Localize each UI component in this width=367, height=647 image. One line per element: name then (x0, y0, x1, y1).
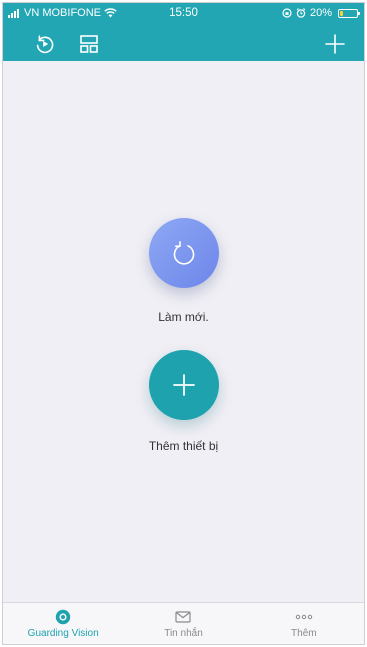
tab-guarding-vision[interactable]: Guarding Vision (3, 603, 123, 644)
camera-icon (54, 608, 72, 626)
alarm-icon (296, 8, 306, 18)
mail-icon (174, 608, 192, 626)
layout-icon[interactable] (78, 33, 100, 55)
refresh-icon (173, 241, 194, 265)
plus-icon (172, 374, 195, 396)
top-bar: VN MOBIFONE 15:50 20% (3, 3, 364, 61)
tab-label: Guarding Vision (27, 628, 99, 639)
tab-label: Thêm (291, 628, 317, 639)
app-screen: VN MOBIFONE 15:50 20% Làm mới. Thêm thiế… (2, 2, 365, 645)
battery-icon (338, 8, 360, 18)
battery-percent: 20% (309, 7, 332, 19)
status-right: 20% (282, 7, 360, 19)
add-icon[interactable] (324, 33, 346, 55)
tab-bar: Guarding Vision Tin nhắn Thêm (3, 602, 364, 644)
history-icon[interactable] (34, 33, 56, 55)
tab-messages[interactable]: Tin nhắn (123, 603, 243, 644)
refresh-label: Làm mới. (158, 310, 209, 324)
tab-more[interactable]: Thêm (244, 603, 364, 644)
more-icon (295, 608, 313, 626)
rotation-lock-icon (282, 8, 292, 18)
tab-label: Tin nhắn (164, 628, 203, 639)
battery-level (340, 10, 343, 16)
refresh-button[interactable] (148, 218, 219, 288)
status-bar: VN MOBIFONE 15:50 20% (3, 3, 364, 23)
add-device-label: Thêm thiết bị (148, 439, 219, 453)
add-device-button[interactable] (148, 350, 219, 420)
